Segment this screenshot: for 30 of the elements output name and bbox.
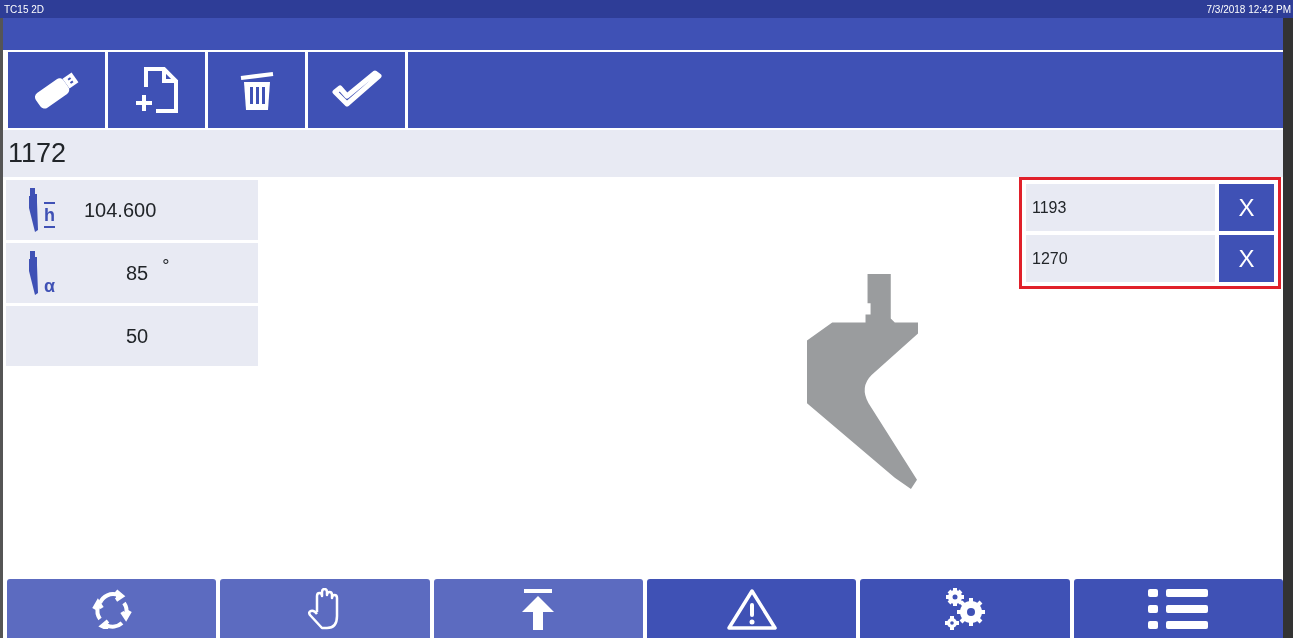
- tool-name: 1270: [1026, 235, 1215, 282]
- warning-icon: [725, 586, 778, 631]
- list-icon: [1148, 587, 1209, 630]
- value-text: 104.600: [84, 198, 157, 223]
- symbol-text: h: [44, 202, 55, 228]
- cycle-arrows-icon: [91, 588, 132, 629]
- toolbar-button[interactable]: [8, 52, 105, 128]
- parameter-field[interactable]: h 104.600: [6, 180, 258, 240]
- remove-button[interactable]: X: [1219, 235, 1274, 282]
- tool-name: 1193: [1026, 184, 1215, 231]
- toolbar-button[interactable]: [208, 52, 305, 128]
- toolbar-button[interactable]: [108, 52, 205, 128]
- clock-text: 7/3/2018 12:42 PM: [1206, 2, 1291, 17]
- toolbar-button[interactable]: [308, 52, 405, 128]
- punch-icon: [26, 251, 40, 295]
- gears-icon: [942, 586, 987, 631]
- nav-button[interactable]: [647, 579, 857, 638]
- upload-arrow-icon: [521, 587, 556, 630]
- punch-icon: [26, 188, 40, 232]
- remove-button[interactable]: X: [1219, 184, 1274, 231]
- unit-text: °: [162, 254, 170, 278]
- nav-button[interactable]: [860, 579, 1070, 638]
- program-number: 1172: [3, 130, 1283, 177]
- value-text: 85: [126, 261, 149, 286]
- window-title: TC15 2D: [4, 2, 44, 17]
- value-text: 50: [126, 324, 149, 349]
- symbol-text: α: [44, 277, 56, 295]
- parameter-field[interactable]: 50: [6, 306, 258, 366]
- parameter-field[interactable]: α 85 °: [6, 243, 258, 303]
- nav-button[interactable]: [1073, 579, 1283, 638]
